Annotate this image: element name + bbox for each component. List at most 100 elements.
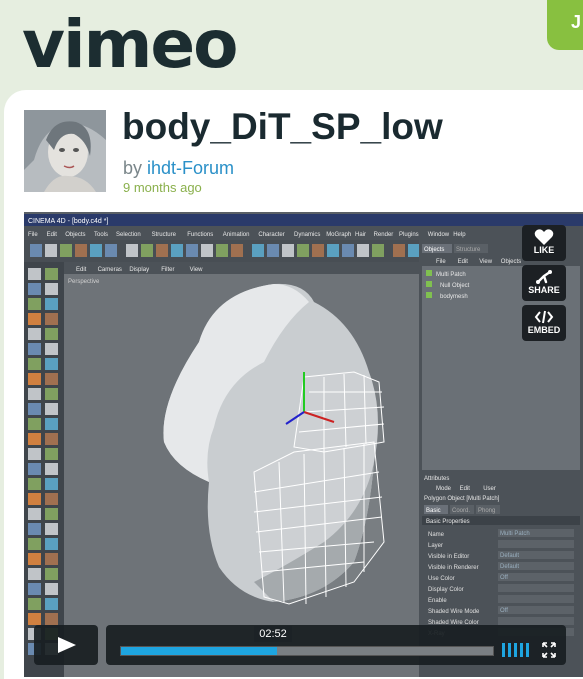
toolbar-icon [252,244,264,257]
attr-value: Off [500,608,508,614]
toolbar-icon [216,244,228,257]
object-item: bodymesh [440,294,468,300]
left-tool-icon [45,298,58,310]
video-frame: CINEMA 4D - [body.c4d *] File Edit Objects… [24,212,583,677]
attr-label: Layer [428,543,443,549]
attributes-title: Attributes [424,476,449,482]
left-tool-icon [45,313,58,325]
left-tool-icon [45,418,58,430]
viewport-menu-item: Filter [161,267,174,273]
vimeo-logo[interactable]: vimeo [22,6,239,83]
volume-icon[interactable] [502,643,536,657]
objects-menu-item: View [479,259,493,265]
left-tool-icon [45,388,58,400]
progress-track[interactable] [120,646,494,656]
progress-fill [121,647,278,655]
toolbar-icon [297,244,309,257]
left-tool-icon [28,583,41,595]
left-tool-icon [28,448,41,460]
join-tab[interactable]: J [547,0,583,50]
menu-item: Window [428,232,450,238]
like-button[interactable]: LIKE [522,225,566,261]
embed-icon [522,305,566,325]
attr-label: Visible in Renderer [428,565,479,571]
toolbar-icon [282,244,294,257]
left-tool-icon [28,298,41,310]
toolbar-icon [30,244,42,257]
viewport-menu-item: View [190,267,204,273]
left-tool-icon [45,343,58,355]
left-tool-icon [28,388,41,400]
menu-item: Structure [152,232,177,238]
video-player[interactable]: CINEMA 4D - [body.c4d *] File Edit Objects… [24,212,583,677]
left-tool-icon [45,448,58,460]
toolbar-icon [201,244,213,257]
left-tool-icon [28,493,41,505]
left-tool-icon [45,568,58,580]
left-tool-icon [28,343,41,355]
toolbar-icon [408,244,420,257]
left-tool-icon [45,613,58,625]
attr-tab: Phong [478,508,495,514]
avatar[interactable] [24,110,106,192]
play-button[interactable] [34,625,98,665]
left-tool-icon [28,508,41,520]
left-tool-icon [28,433,41,445]
embed-button[interactable]: EMBED [522,305,566,341]
attr-value-bg [498,584,574,592]
object-item: Null Object [440,283,470,289]
left-tool-icon [28,328,41,340]
left-tool-icon [45,463,58,475]
share-icon [522,265,566,285]
left-tool-icon [45,268,58,280]
attr-tab: Basic [426,508,441,514]
toolbar-icon [156,244,168,257]
menu-item: Tools [94,232,108,238]
video-title: body_DiT_SP_low [122,106,443,147]
attr-value-bg [498,540,574,548]
menu-item: MoGraph [326,232,351,238]
menu-item: Animation [223,232,250,238]
left-tool-icon [45,553,58,565]
left-tool-icon [28,568,41,580]
attr-label: Shaded Wire Mode [428,609,480,615]
toolbar-icon [231,244,243,257]
object-icon [426,270,432,276]
attr-tab: Coord. [452,508,470,514]
by-prefix: by [123,158,143,178]
viewport-menu-item: Cameras [98,267,122,273]
attributes-menu-item: Edit [460,486,471,492]
attr-label: Name [428,532,445,538]
menu-item: Selection [116,232,141,238]
left-tool-icon [28,538,41,550]
attr-value: Multi Patch [500,531,530,537]
left-tool-icon [28,613,41,625]
toolbar-icon [327,244,339,257]
author-link[interactable]: ihdt-Forum [147,158,234,178]
attr-label: Visible in Editor [428,554,469,560]
share-label: SHARE [528,285,560,295]
menu-item: Help [453,232,466,238]
left-tool-icon [28,313,41,325]
left-tool-icon [45,433,58,445]
toolbar-icon [342,244,354,257]
object-icon [426,292,432,298]
left-tool-icon [28,373,41,385]
left-tool-icon [28,463,41,475]
left-tool-icon [45,478,58,490]
attributes-menu-item: User [483,486,496,492]
left-tool-icon [28,403,41,415]
fullscreen-icon[interactable] [542,642,556,658]
object-item: Multi Patch [436,272,466,278]
play-icon [58,637,76,653]
toolbar-icon [312,244,324,257]
toolbar-icon [141,244,153,257]
attr-label: Enable [428,598,447,604]
attr-section: Basic Properties [426,519,470,525]
left-tool-icon [45,493,58,505]
share-button[interactable]: SHARE [522,265,566,301]
current-time: 02:52 [254,626,292,642]
objects-menu-item: Objects [501,259,521,265]
header: vimeo J [0,0,583,92]
menu-item: Plugins [399,232,419,238]
